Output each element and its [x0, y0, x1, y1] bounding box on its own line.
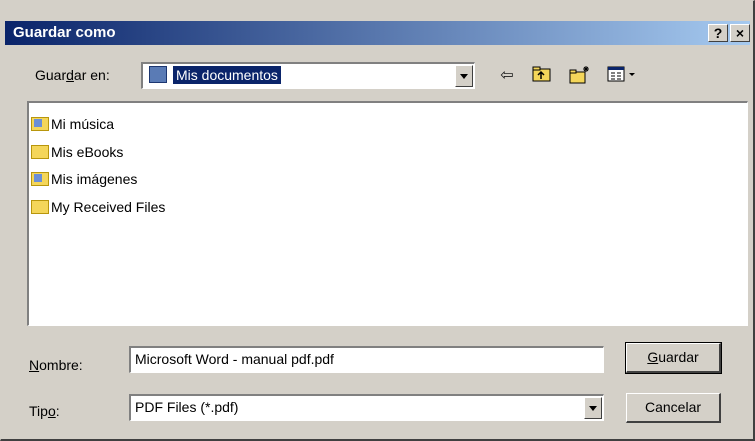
file-name-label: Nombre:	[29, 357, 83, 373]
window-title: Guardar como	[13, 24, 116, 41]
file-name-input[interactable]: Microsoft Word - manual pdf.pdf	[129, 346, 604, 373]
cancel-button[interactable]: Cancelar	[626, 393, 721, 423]
save-in-label: Guardar en:	[35, 67, 110, 83]
close-button[interactable]: ×	[730, 24, 750, 42]
folder-icon	[31, 200, 49, 214]
view-menu-icon[interactable]	[606, 65, 642, 87]
save-in-dropdown[interactable]: Mis documentos	[141, 62, 475, 89]
file-type-dropdown-arrow[interactable]	[584, 397, 602, 419]
save-in-dropdown-arrow[interactable]	[455, 65, 473, 87]
new-folder-icon[interactable]	[569, 65, 591, 87]
music-folder-icon	[31, 117, 49, 131]
pictures-folder-icon	[31, 172, 49, 186]
save-button[interactable]: Guardar	[625, 342, 722, 374]
my-documents-icon	[149, 66, 167, 83]
title-bar[interactable]: Guardar como ? ×	[5, 21, 750, 45]
save-in-value: Mis documentos	[173, 66, 281, 84]
up-folder-icon[interactable]	[531, 65, 553, 87]
file-type-value: PDF Files (*.pdf)	[135, 399, 239, 415]
file-type-label: Tipo:	[29, 403, 60, 419]
back-arrow-icon[interactable]: ⇦	[496, 65, 518, 87]
help-button[interactable]: ?	[708, 24, 728, 42]
folder-icon	[31, 145, 49, 159]
save-as-dialog: Guardar como ? × Guardar en: Mis documen…	[0, 0, 755, 441]
file-list[interactable]: Mi música Mis eBooks Mis imágenes My Rec…	[27, 101, 748, 326]
file-type-dropdown[interactable]: PDF Files (*.pdf)	[129, 394, 604, 421]
